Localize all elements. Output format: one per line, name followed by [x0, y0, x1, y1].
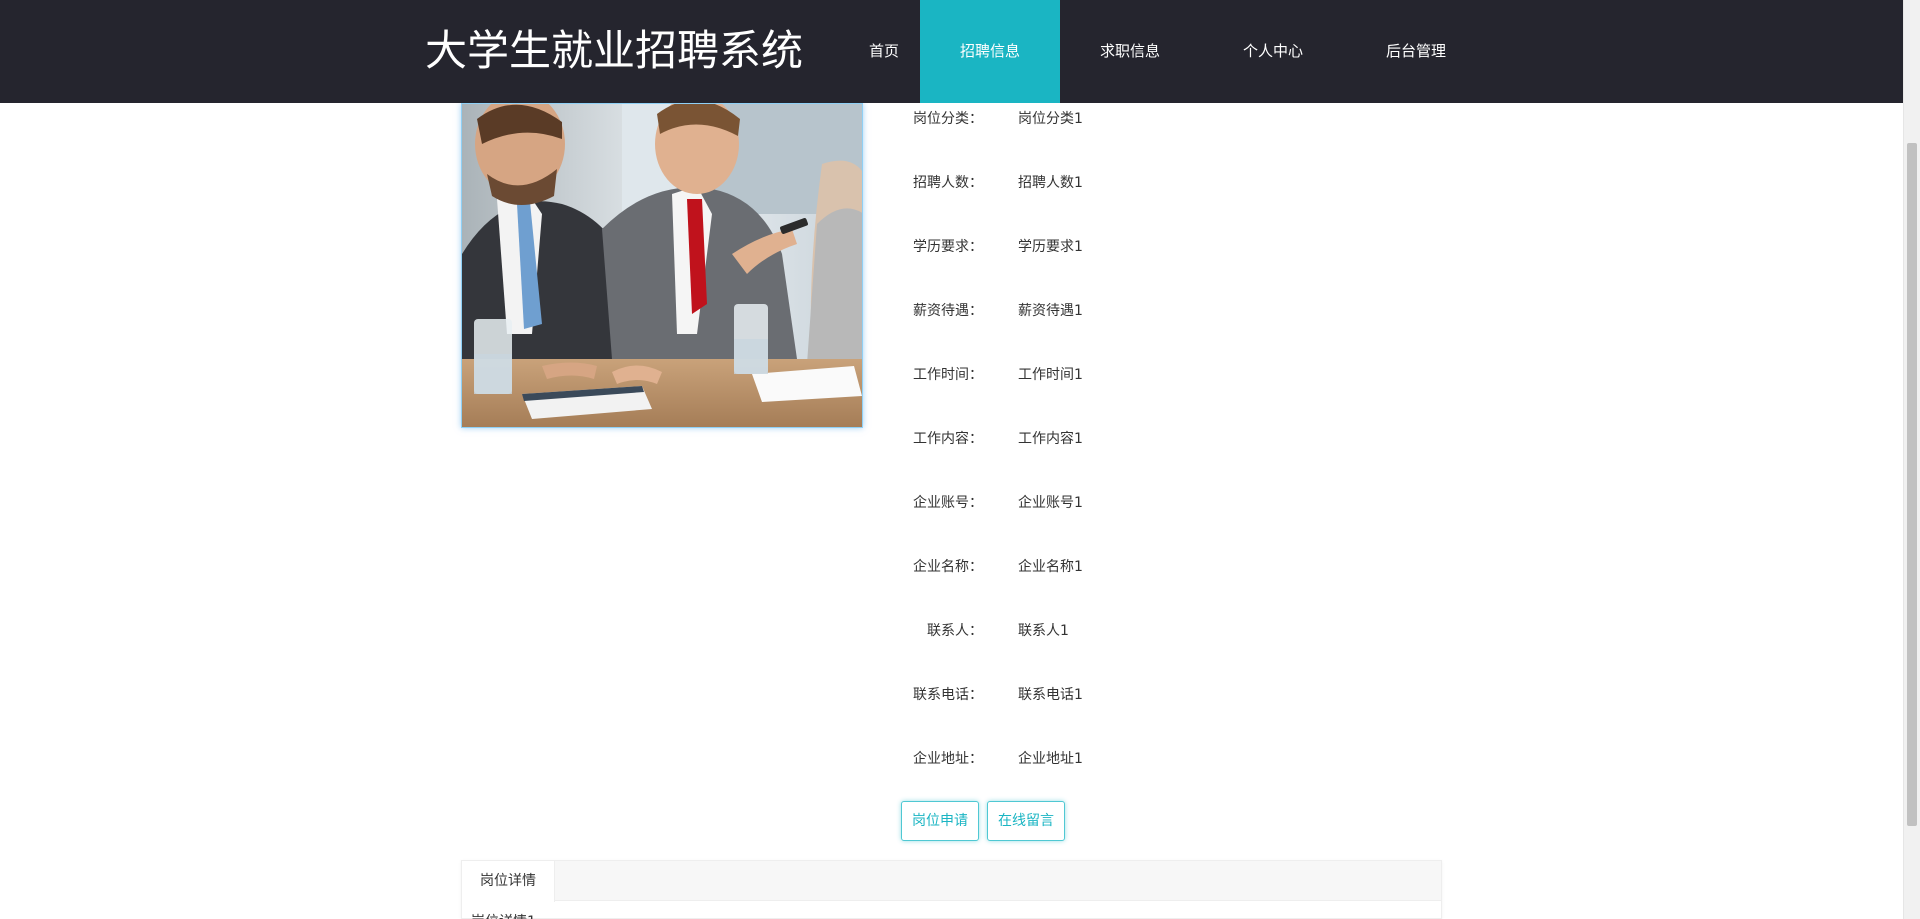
job-image	[461, 103, 863, 428]
info-label: 招聘人数：	[913, 175, 983, 191]
info-label: 联系人：	[927, 623, 983, 639]
info-label: 工作内容：	[913, 431, 983, 447]
info-value: 工作内容1	[1018, 431, 1083, 447]
page: 大学生就业招聘系统 首页 招聘信息 求职信息 个人中心 后台管理 岗位分类： 岗…	[0, 0, 1920, 919]
info-value: 岗位分类1	[1018, 111, 1083, 127]
info-value: 招聘人数1	[1018, 175, 1083, 191]
top-navbar: 大学生就业招聘系统 首页 招聘信息 求职信息 个人中心 后台管理	[0, 0, 1903, 103]
info-label: 企业账号：	[913, 495, 983, 511]
nav-item-admin[interactable]: 后台管理	[1346, 0, 1486, 103]
info-value: 企业账号1	[1018, 495, 1083, 511]
info-label: 企业名称：	[913, 559, 983, 575]
site-title: 大学生就业招聘系统	[425, 26, 804, 75]
info-value: 学历要求1	[1018, 239, 1083, 255]
detail-tab-panel: 岗位详情 岗位详情1	[461, 860, 1442, 919]
tab-content: 岗位详情1	[471, 911, 536, 919]
info-value: 工作时间1	[1018, 367, 1083, 383]
tab-bar: 岗位详情	[462, 861, 1441, 902]
nav-item-personal-center[interactable]: 个人中心	[1203, 0, 1343, 103]
scrollbar-thumb[interactable]	[1907, 143, 1917, 826]
info-label: 薪资待遇：	[913, 303, 983, 319]
nav-item-recruitment[interactable]: 招聘信息	[920, 0, 1060, 103]
info-value: 薪资待遇1	[1018, 303, 1083, 319]
info-label: 工作时间：	[913, 367, 983, 383]
info-label: 岗位分类：	[913, 111, 983, 127]
info-label: 学历要求：	[913, 239, 983, 255]
info-value: 企业地址1	[1018, 751, 1083, 767]
interview-photo-illustration	[462, 104, 862, 427]
info-label: 企业地址：	[913, 751, 983, 767]
info-value: 联系电话1	[1018, 687, 1083, 703]
nav-item-job-seeking[interactable]: 求职信息	[1060, 0, 1200, 103]
online-message-button[interactable]: 在线留言	[987, 801, 1065, 841]
info-value: 企业名称1	[1018, 559, 1083, 575]
info-value: 联系人1	[1018, 623, 1069, 639]
info-label: 联系电话：	[913, 687, 983, 703]
apply-job-button[interactable]: 岗位申请	[901, 801, 979, 841]
tab-job-details[interactable]: 岗位详情	[462, 861, 555, 902]
page-scrollbar[interactable]	[1903, 0, 1920, 919]
